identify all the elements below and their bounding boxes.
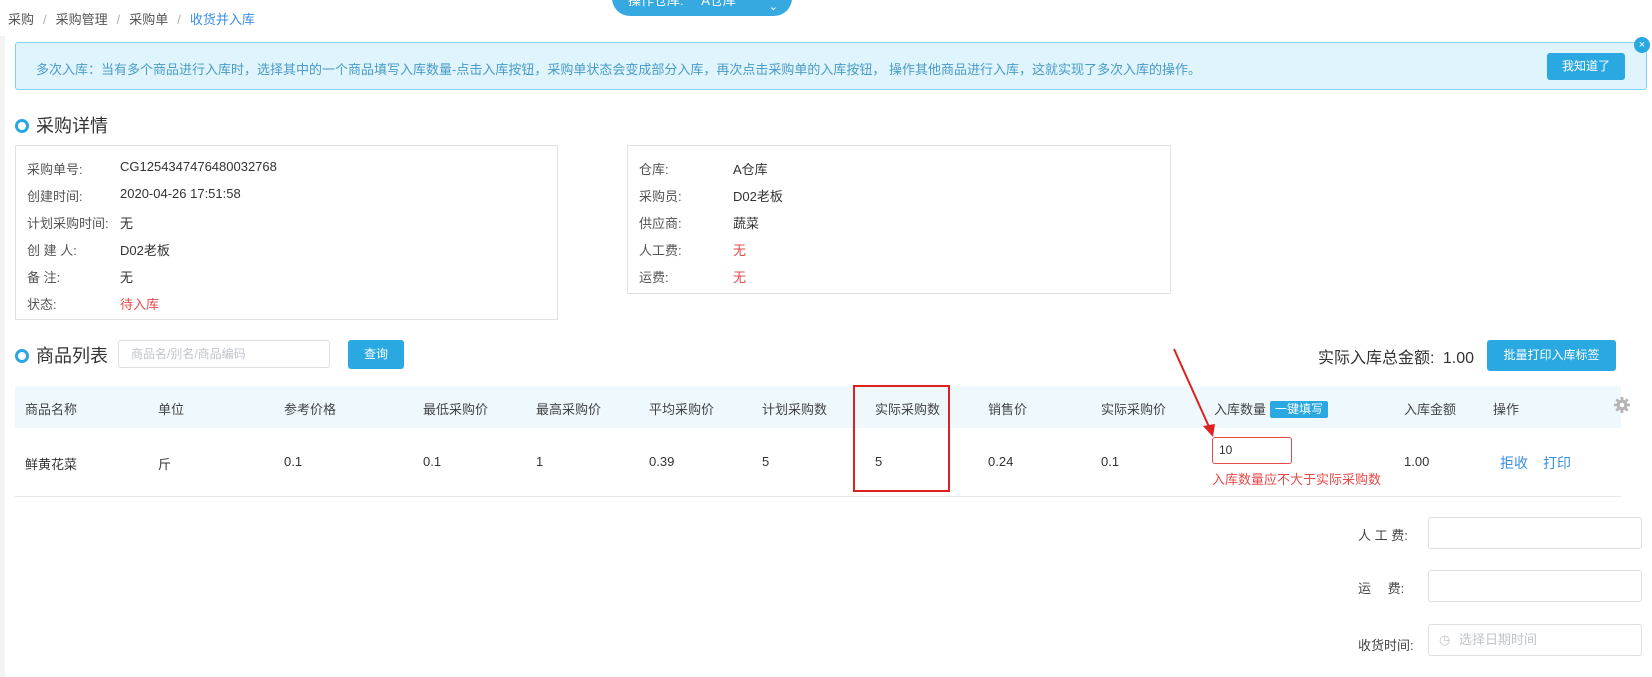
close-icon[interactable]: × (1634, 37, 1650, 53)
detail-info-left: 采购单号: CG1254347476480032768 创建时间: 2020-0… (15, 145, 558, 320)
info-label: 采购员: (639, 189, 682, 204)
cell-name: 鲜黄花菜 (25, 457, 78, 472)
section-dot-icon (15, 119, 29, 133)
cell-sale-price: 0.24 (988, 454, 1014, 469)
col-header-plan-qty: 计划采购数 (762, 402, 828, 417)
in-qty-input[interactable]: 10 (1212, 437, 1292, 464)
goods-section-title: 商品列表 (36, 346, 108, 366)
in-qty-error-message: 入库数量应不大于实际采购数 (1212, 472, 1382, 487)
cell-max-price: 1 (536, 454, 544, 469)
gear-icon[interactable] (1613, 396, 1631, 414)
print-link[interactable]: 打印 (1543, 453, 1571, 473)
clock-icon: ◷ (1439, 632, 1451, 647)
col-header-in-qty: 入库数量 一键填写 (1214, 399, 1329, 418)
batch-print-labels-button[interactable]: 批量打印入库标签 (1487, 340, 1616, 371)
col-header-actions: 操作 (1493, 402, 1520, 417)
receive-time-placeholder: 选择日期时间 (1459, 632, 1538, 647)
planned-time-value: 无 (120, 216, 134, 231)
col-header-actual-price: 实际采购价 (1101, 402, 1167, 417)
col-header-name: 商品名称 (25, 402, 78, 417)
warehouse-selector[interactable]: 操作仓库: A仓库 ⌄ (612, 0, 792, 16)
col-header-min-price: 最低采购价 (423, 402, 489, 417)
page-left-edge (0, 36, 5, 677)
status-badge: 待入库 (120, 297, 160, 312)
info-label: 供应商: (639, 216, 682, 231)
chevron-down-icon: ⌄ (768, 1, 778, 13)
info-label: 创 建 人: (27, 243, 77, 258)
info-label: 运费: (639, 270, 669, 285)
search-input[interactable]: 商品名/别名/商品编码 (118, 340, 330, 368)
alert-text: 多次入库：当有多个商品进行入库时，选择其中的一个商品填写入库数量-点击入库按钮，… (36, 62, 1201, 77)
row-divider (15, 496, 1621, 497)
info-label: 状态: (27, 297, 57, 312)
cell-avg-price: 0.39 (649, 454, 675, 469)
freight-label: 运 费: (1358, 581, 1405, 596)
breadcrumb-item-purchase-management[interactable]: 采购管理 (56, 12, 108, 27)
detail-section-title: 采购详情 (36, 116, 108, 136)
info-label: 备 注: (27, 270, 61, 285)
info-label: 仓库: (639, 162, 669, 177)
info-label: 采购单号: (27, 162, 83, 177)
freight-input[interactable] (1428, 570, 1642, 602)
supplier-value: 蔬菜 (733, 216, 760, 231)
receive-time-picker[interactable]: ◷ 选择日期时间 (1428, 624, 1642, 656)
freight-value: 无 (733, 270, 747, 285)
breadcrumb: 采购 / 采购管理 / 采购单 / 收货并入库 (8, 12, 255, 27)
buyer-value: D02老板 (733, 189, 783, 204)
in-qty-header-label: 入库数量 (1214, 402, 1267, 417)
reject-link[interactable]: 拒收 (1500, 453, 1528, 473)
info-label: 计划采购时间: (27, 216, 109, 231)
query-button[interactable]: 查询 (348, 340, 404, 369)
cell-min-price: 0.1 (423, 454, 442, 469)
creator-value: D02老板 (120, 243, 170, 258)
created-time-value: 2020-04-26 17:51:58 (120, 186, 241, 201)
warehouse-selector-label: 操作仓库: (628, 0, 684, 8)
info-alert: 多次入库：当有多个商品进行入库时，选择其中的一个商品填写入库数量-点击入库按钮，… (15, 42, 1647, 90)
cell-in-amount: 1.00 (1404, 454, 1430, 469)
acknowledge-button[interactable]: 我知道了 (1547, 53, 1625, 80)
order-no-value: CG1254347476480032768 (120, 159, 277, 174)
col-header-unit: 单位 (158, 402, 185, 417)
warehouse-selector-value: A仓库 (701, 0, 736, 8)
labor-fee-input[interactable] (1428, 517, 1642, 549)
breadcrumb-item-current: 收货并入库 (189, 12, 255, 27)
detail-info-right: 仓库: A仓库 采购员: D02老板 供应商: 蔬菜 人工费: 无 运费: 无 (627, 145, 1171, 294)
receive-time-label: 收货时间: (1358, 638, 1414, 653)
total-amount: 实际入库总金额: 1.00 (1318, 344, 1474, 368)
annotation-arrow (1173, 348, 1215, 437)
col-header-in-amount: 入库金额 (1404, 402, 1457, 417)
cell-ref-price: 0.1 (284, 454, 303, 469)
total-amount-label: 实际入库总金额: (1318, 350, 1435, 367)
cell-actual-price: 0.1 (1101, 454, 1120, 469)
remark-value: 无 (120, 270, 134, 285)
cell-unit: 斤 (158, 457, 172, 472)
breadcrumb-item-purchase[interactable]: 采购 (8, 12, 34, 27)
col-header-ref-price: 参考价格 (284, 402, 337, 417)
info-label: 创建时间: (27, 189, 83, 204)
col-header-sale-price: 销售价 (988, 402, 1028, 417)
warehouse-value: A仓库 (733, 162, 768, 177)
annotation-highlight-box (853, 385, 950, 492)
col-header-max-price: 最高采购价 (536, 402, 602, 417)
auto-fill-button[interactable]: 一键填写 (1270, 401, 1329, 418)
total-amount-value: 1.00 (1442, 350, 1475, 367)
section-dot-icon (15, 349, 29, 363)
col-header-avg-price: 平均采购价 (649, 402, 715, 417)
cell-plan-qty: 5 (762, 454, 770, 469)
info-label: 人工费: (639, 243, 682, 258)
labor-fee-label: 人 工 费: (1358, 528, 1408, 543)
labor-fee-value: 无 (733, 243, 747, 258)
breadcrumb-item-purchase-order[interactable]: 采购单 (129, 12, 168, 27)
